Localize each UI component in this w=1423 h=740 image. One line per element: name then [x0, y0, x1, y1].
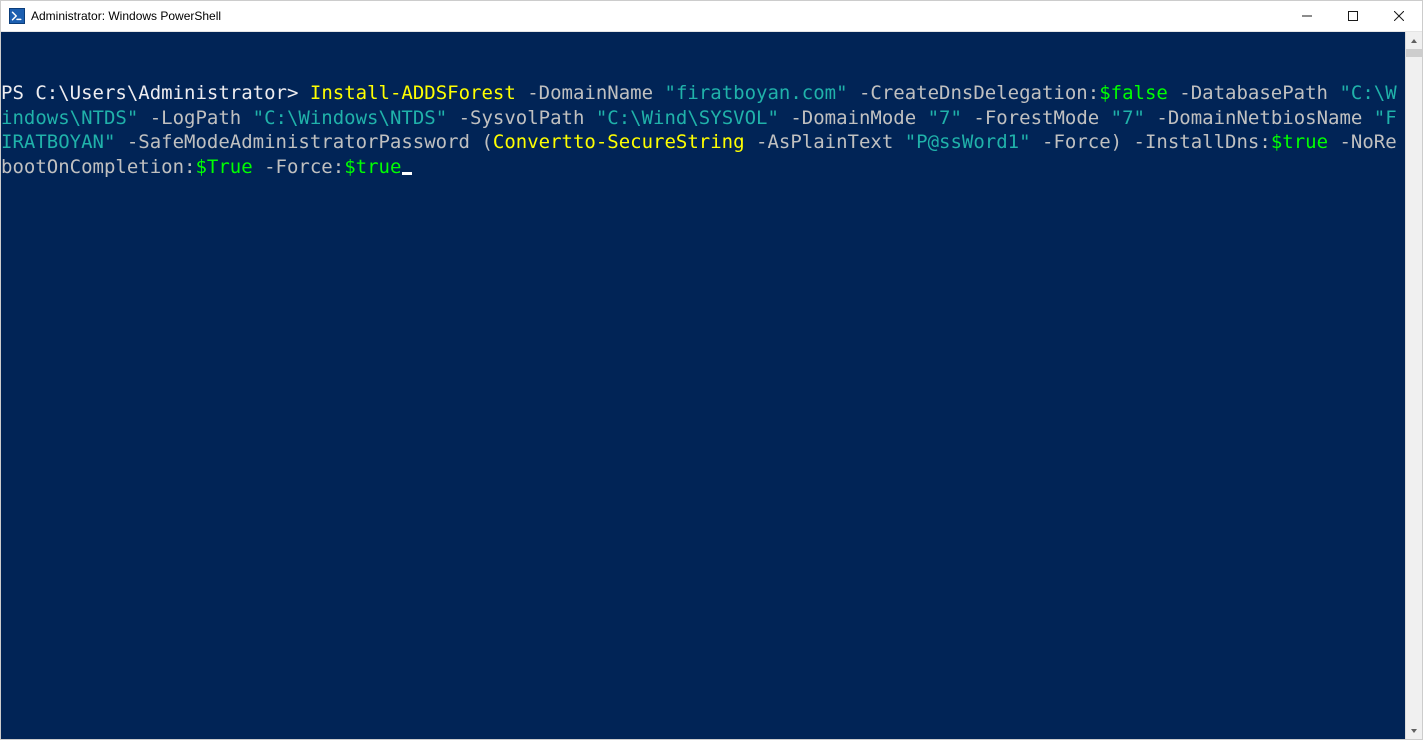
close-button[interactable] [1376, 1, 1422, 31]
token-16: "7" [1111, 107, 1145, 129]
token-30: -Force: [253, 156, 345, 178]
window-title: Administrator: Windows PowerShell [31, 9, 221, 23]
scroll-down-button[interactable] [1406, 722, 1422, 739]
powershell-icon [9, 8, 25, 24]
token-15: -ForestMode [962, 107, 1111, 129]
token-1: > [287, 82, 310, 104]
token-31: $true [344, 156, 401, 178]
token-14: "7" [928, 107, 962, 129]
token-5: -CreateDnsDelegation: [848, 82, 1100, 104]
maximize-button[interactable] [1330, 1, 1376, 31]
token-9: -LogPath [138, 107, 252, 129]
token-10: "C:\Windows\NTDS" [253, 107, 447, 129]
token-12: "C:\Wind\SYSVOL" [596, 107, 779, 129]
powershell-window: Administrator: Windows PowerShell PS C:\… [0, 0, 1423, 740]
scrollbar-track[interactable] [1406, 49, 1422, 722]
token-27: $true [1271, 131, 1328, 153]
terminal-text[interactable]: PS C:\Users\Administrator> Install-ADDSF… [1, 81, 1405, 179]
token-7: -DatabasePath [1168, 82, 1340, 104]
token-25: ) [1111, 131, 1122, 153]
token-4: "firatboyan.com" [665, 82, 848, 104]
token-2: Install-ADDSForest [310, 82, 516, 104]
terminal[interactable]: PS C:\Users\Administrator> Install-ADDSF… [1, 32, 1405, 739]
titlebar[interactable]: Administrator: Windows PowerShell [1, 1, 1422, 32]
token-19: -SafeModeAdministratorPassword [115, 131, 481, 153]
token-6: $false [1099, 82, 1168, 104]
token-3: -DomainName [516, 82, 665, 104]
token-20: ( [481, 131, 492, 153]
scrollbar-thumb[interactable] [1406, 49, 1422, 57]
token-22: -AsPlainText [745, 131, 905, 153]
text-cursor [402, 172, 412, 175]
token-13: -DomainMode [779, 107, 928, 129]
token-17: -DomainNetbiosName [1145, 107, 1374, 129]
token-23: "P@ssWord1" [905, 131, 1031, 153]
token-29: $True [195, 156, 252, 178]
token-0: PS C:\Users\Administrator [1, 82, 287, 104]
token-24: -Force [1031, 131, 1111, 153]
minimize-button[interactable] [1284, 1, 1330, 31]
scroll-up-button[interactable] [1406, 32, 1422, 49]
client-area: PS C:\Users\Administrator> Install-ADDSF… [1, 32, 1422, 739]
token-11: -SysvolPath [447, 107, 596, 129]
window-controls [1284, 1, 1422, 31]
token-21: Convertto-SecureString [493, 131, 745, 153]
vertical-scrollbar[interactable] [1405, 32, 1422, 739]
token-26: -InstallDns: [1122, 131, 1271, 153]
